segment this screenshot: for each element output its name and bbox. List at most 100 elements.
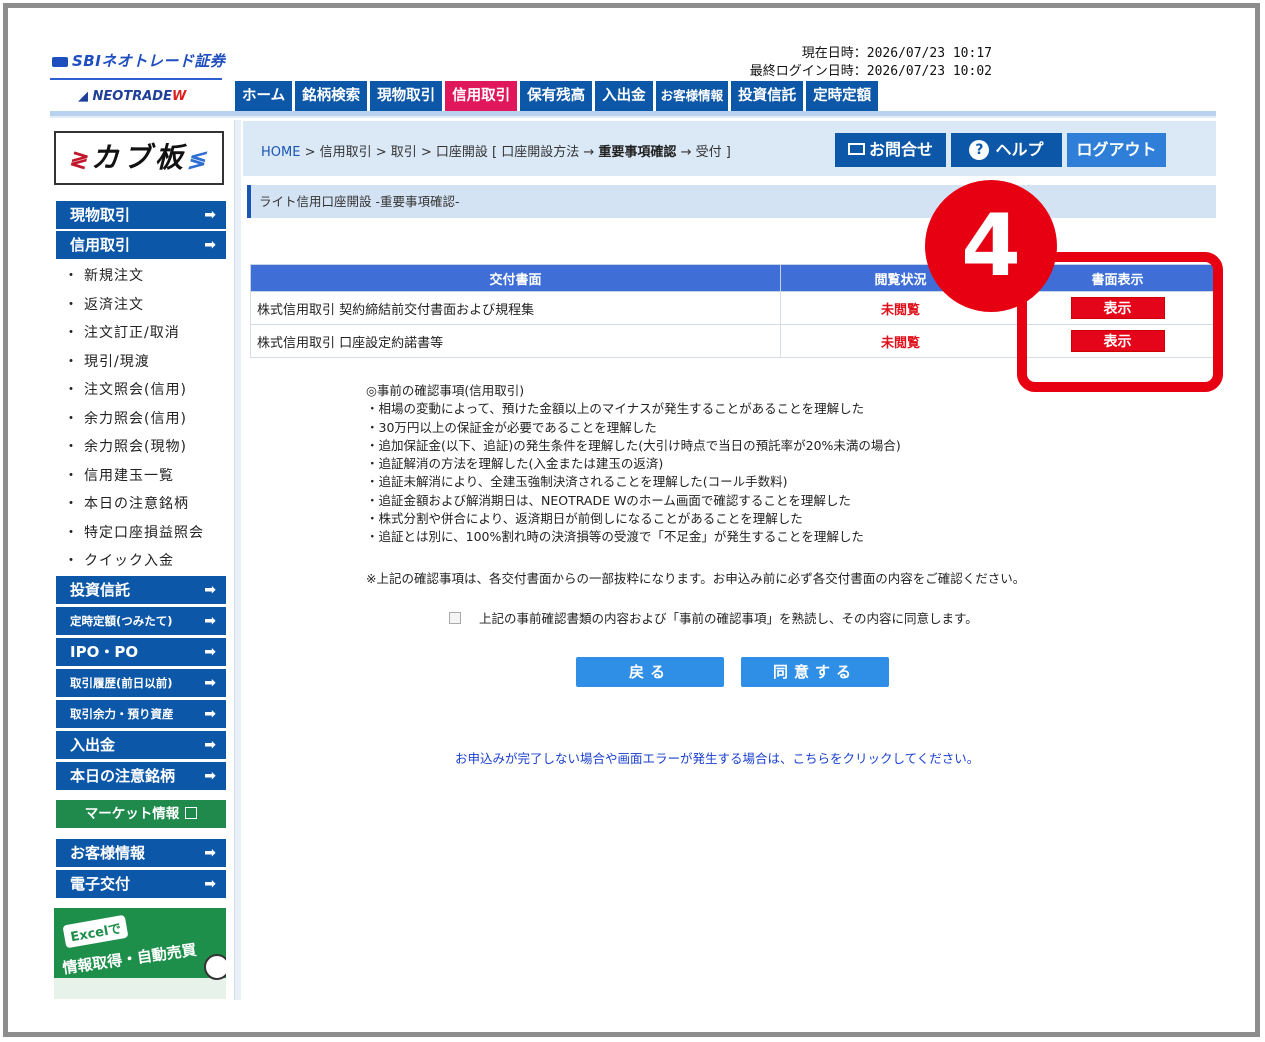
kabuita-deco2-icon: ≶	[187, 147, 210, 173]
error-help-link[interactable]: お申込みが完了しない場合や画面エラーが発生する場合は、こちらをクリックしてくださ…	[455, 748, 979, 767]
sidebar-margin-trading[interactable]: 信用取引 ➡	[56, 231, 226, 259]
margin-submenu: ・新規注文 ・返済注文 ・注文訂正/取消 ・現引/現渡 ・注文照会(信用) ・余…	[64, 262, 229, 576]
agree-checkbox[interactable]	[449, 612, 461, 624]
col-header-document: 交付書面	[250, 264, 781, 292]
person-icon	[204, 954, 226, 980]
datetime-info: 現在日時：2026/07/23 10:17 最終ログイン日時：2026/07/2…	[700, 45, 992, 81]
sidebar-cash-trading[interactable]: 現物取引 ➡	[56, 201, 226, 229]
note-item: ・追証とは別に、100%割れ時の決済損等の受渡で「不足金」が発生することを理解し…	[366, 529, 864, 545]
note-item: ・追証解消の方法を理解した(入金または建玉の返済)	[366, 456, 664, 472]
view-cell: 表示	[1020, 291, 1215, 325]
view-document-button[interactable]: 表示	[1070, 330, 1165, 352]
note-heading: ◎事前の確認事項(信用取引)	[366, 383, 525, 398]
excel-ad-banner[interactable]: Excelで 情報取得・自動売買	[54, 908, 226, 999]
submenu-margin-power[interactable]: ・余力照会(信用)	[64, 405, 229, 434]
table-header-row: 交付書面 閲覧状況 書面表示	[250, 264, 1215, 292]
submenu-tokutei-pl[interactable]: ・特定口座損益照会	[64, 519, 229, 548]
note-item: ・株式分割や併合により、返済期日が前倒しになることがあることを理解した	[366, 511, 803, 527]
neotrade-logo[interactable]: ◢ NEOTRADEW	[78, 89, 186, 104]
mail-icon	[847, 143, 865, 155]
tab-investment-trust[interactable]: 投資信託	[731, 81, 804, 111]
logout-button[interactable]: ログアウト	[1067, 133, 1166, 167]
arrow-right-icon: ➡	[204, 768, 216, 784]
sidebar-tsumitate[interactable]: 定時定額(つみたて) ➡	[56, 607, 226, 635]
tab-cash-trading[interactable]: 現物取引	[370, 81, 443, 111]
nav-underline-light	[50, 116, 1216, 118]
breadcrumb-home-link[interactable]: HOME	[261, 145, 300, 160]
submenu-new-order[interactable]: ・新規注文	[64, 262, 229, 291]
note-item: ・相場の変動によって、預けた金額以上のマイナスが発生することがあることを理解した	[366, 401, 865, 417]
sidebar-trade-history[interactable]: 取引履歴(前日以前) ➡	[56, 669, 226, 697]
note-item: ・追証金額および解消期日は、NEOTRADE Wのホーム画面で確認することを理解…	[366, 492, 851, 508]
submenu-genbiki[interactable]: ・現引/現渡	[64, 348, 229, 377]
submenu-caution-stocks[interactable]: ・本日の注意銘柄	[64, 490, 229, 519]
sidebar-investment-trust[interactable]: 投資信託 ➡	[56, 576, 226, 604]
pre-confirmation-notes: ◎事前の確認事項(信用取引) ・相場の変動によって、預けた金額以上のマイナスが発…	[366, 382, 901, 547]
agree-button[interactable]: 同意する	[741, 657, 889, 687]
tab-deposit-withdrawal[interactable]: 入出金	[595, 81, 653, 111]
arrow-right-icon: ➡	[204, 876, 216, 892]
agree-label: 上記の事前確認書類の内容および「事前の確認事項」を熟読し、その内容に同意します。	[479, 611, 978, 626]
submenu-repay-order[interactable]: ・返済注文	[64, 291, 229, 320]
breadcrumb: HOME > 信用取引 > 取引 > 口座開設 [ 口座開設方法 → 重要事項確…	[261, 145, 731, 160]
doc-name: 株式信用取引 口座設定約諾書等	[250, 324, 781, 358]
sidebar-deposit-withdrawal[interactable]: 入出金 ➡	[56, 731, 226, 759]
view-cell: 表示	[1020, 324, 1215, 358]
sbi-logo[interactable]: SBIネオトレード証券	[52, 50, 225, 71]
breadcrumb-current: 重要事項確認	[598, 145, 677, 160]
ad-excel-label: Excelで	[62, 914, 129, 949]
tab-holdings[interactable]: 保有残高	[520, 81, 593, 111]
tab-stock-search[interactable]: 銘柄検索	[295, 81, 368, 111]
sidebar-divider	[234, 120, 241, 1000]
logo-separator	[50, 78, 222, 80]
disclaimer-text: ※上記の確認事項は、各交付書面からの一部抜粋になります。お申込み前に必ず各交付書…	[366, 571, 1026, 586]
arrow-right-icon: ➡	[204, 845, 216, 861]
arrow-right-icon: ➡	[204, 675, 216, 691]
sidebar-caution-stocks[interactable]: 本日の注意銘柄 ➡	[56, 762, 226, 790]
submenu-quick-deposit[interactable]: ・クイック入金	[64, 547, 229, 576]
arrow-right-icon: ➡	[204, 737, 216, 753]
table-row: 株式信用取引 契約締結前交付書面および規程集 未閲覧 表示	[250, 291, 1215, 325]
tab-fixed-amount[interactable]: 定時定額	[806, 81, 879, 111]
contact-button[interactable]: お問合せ	[835, 133, 946, 167]
kabuita-banner[interactable]: ≷カブ板≶	[54, 131, 224, 185]
arrow-right-icon: ➡	[204, 237, 216, 253]
step-number-badge: 4	[925, 180, 1057, 312]
tab-margin-trading[interactable]: 信用取引	[445, 81, 518, 111]
note-item: ・30万円以上の保証金が必要であることを理解した	[366, 419, 657, 435]
sidebar-market-info[interactable]: マーケット情報	[56, 800, 226, 828]
tab-customer-info[interactable]: お客様情報	[655, 81, 729, 111]
arrow-right-icon: ➡	[204, 582, 216, 598]
note-item: ・追証未解消により、全建玉強制決済されることを理解した(コール手数料)	[366, 474, 788, 490]
section-title: ライト信用口座開設 -重要事項確認-	[247, 185, 1216, 218]
arrow-right-icon: ➡	[204, 613, 216, 629]
submenu-positions[interactable]: ・信用建玉一覧	[64, 462, 229, 491]
agree-row: 上記の事前確認書類の内容および「事前の確認事項」を熟読し、その内容に同意します。	[449, 608, 978, 627]
note-item: ・追加保証金(以下、追証)の発生条件を理解した(大引け時点で当日の預託率が20%…	[366, 437, 901, 453]
sidebar-e-delivery[interactable]: 電子交付 ➡	[56, 870, 226, 898]
arrow-right-icon: ➡	[204, 644, 216, 660]
sidebar-ipo-po[interactable]: IPO・PO ➡	[56, 638, 226, 666]
sbi-mark-icon	[52, 56, 68, 67]
external-link-icon	[185, 807, 198, 819]
help-button[interactable]: ? ヘルプ	[951, 133, 1062, 167]
question-icon: ?	[969, 140, 990, 160]
table-row: 株式信用取引 口座設定約諾書等 未閲覧 表示	[250, 324, 1215, 358]
current-datetime: 現在日時：2026/07/23 10:17	[801, 46, 992, 61]
kabuita-deco-icon: ≷	[68, 147, 91, 173]
back-button[interactable]: 戻る	[576, 657, 724, 687]
arrow-right-icon: ➡	[204, 207, 216, 223]
submenu-cash-power[interactable]: ・余力照会(現物)	[64, 433, 229, 462]
sidebar-trading-power-assets[interactable]: 取引余力・預り資産 ➡	[56, 700, 226, 728]
tab-home[interactable]: ホーム	[235, 81, 293, 111]
submenu-order-inquiry[interactable]: ・注文照会(信用)	[64, 376, 229, 405]
last-login-datetime: 最終ログイン日時：2026/07/23 10:02	[749, 64, 992, 79]
view-document-button[interactable]: 表示	[1070, 297, 1165, 319]
ad-bottom-strip	[54, 978, 226, 999]
arrow-right-icon: ➡	[204, 706, 216, 722]
documents-table: 交付書面 閲覧状況 書面表示 株式信用取引 契約締結前交付書面および規程集 未閲…	[250, 264, 1215, 358]
top-nav: ホーム 銘柄検索 現物取引 信用取引 保有残高 入出金 お客様情報 投資信託 定…	[235, 81, 879, 111]
doc-name: 株式信用取引 契約締結前交付書面および規程集	[250, 291, 781, 325]
submenu-order-modify[interactable]: ・注文訂正/取消	[64, 319, 229, 348]
sidebar-customer-info[interactable]: お客様情報 ➡	[56, 839, 226, 867]
